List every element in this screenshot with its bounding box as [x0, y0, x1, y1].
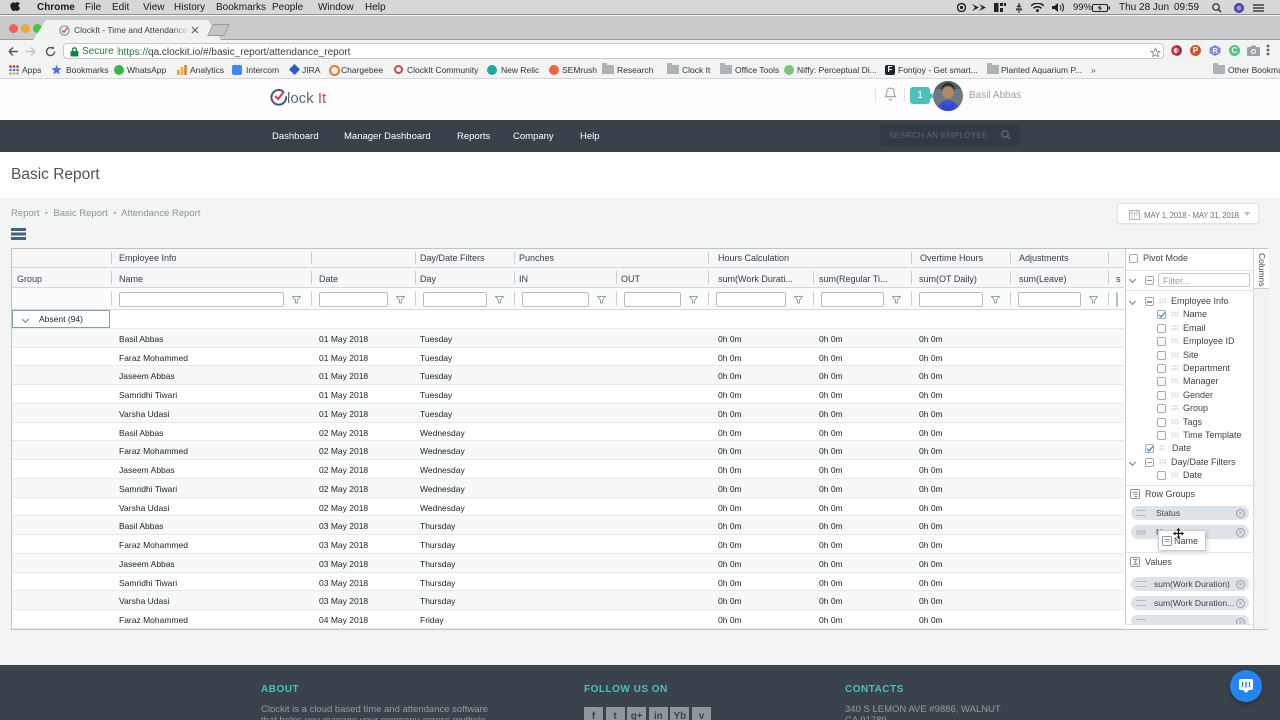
svg-text:R: R: [1212, 48, 1217, 55]
